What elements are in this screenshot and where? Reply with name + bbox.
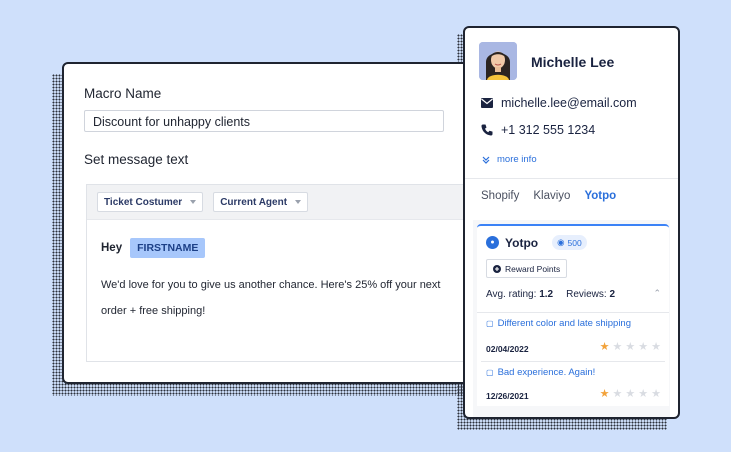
star-icon-empty: ★ — [651, 341, 661, 353]
rating-summary: Avg. rating: 1.2 Reviews: 2 — [486, 289, 666, 300]
review-title[interactable]: ▢ Different color and late shipping — [486, 318, 631, 329]
editor-body[interactable]: Hey FIRSTNAME We'd love for you to give … — [87, 220, 482, 342]
tab-yotpo[interactable]: Yotpo — [584, 190, 616, 202]
yotpo-title: Yotpo — [505, 235, 539, 250]
document-icon: ▢ — [486, 368, 494, 377]
star-icon-empty: ★ — [638, 388, 649, 400]
review-title[interactable]: ▢ Bad experience. Again! — [486, 367, 595, 378]
review-title-text: Bad experience. Again! — [497, 367, 596, 378]
phone-row: +1 312 555 1234 — [481, 123, 595, 137]
message-editor[interactable]: Ticket Costumer Current Agent Hey FIRSTN… — [86, 184, 482, 362]
star-icon-empty: ★ — [651, 388, 661, 400]
tab-klaviyo[interactable]: Klaviyo — [533, 190, 570, 202]
ticket-customer-label: Ticket Costumer — [104, 196, 183, 208]
star-icon-empty: ★ — [612, 341, 623, 353]
divider — [481, 361, 665, 362]
macro-editor-card: Macro Name Discount for unhappy clients … — [62, 62, 482, 384]
message-text: We'd love for you to give us another cha… — [101, 279, 441, 317]
email-row: michelle.lee@email.com — [481, 96, 637, 110]
phone-icon — [481, 124, 493, 136]
yotpo-card: ● Yotpo ◉ 500 Reward Points Avg. rating:… — [477, 224, 669, 406]
more-info-label: more info — [497, 154, 537, 165]
star-icon-filled: ★ — [599, 341, 610, 353]
star-icon-empty: ★ — [638, 341, 649, 353]
editor-toolbar: Ticket Costumer Current Agent — [87, 185, 482, 220]
integration-tabs: Shopify Klaviyo Yotpo — [481, 190, 616, 202]
yotpo-header: ● Yotpo ◉ 500 — [486, 235, 587, 250]
macro-name-label: Macro Name — [84, 86, 162, 101]
current-agent-label: Current Agent — [220, 196, 288, 208]
divider — [477, 312, 669, 313]
reward-points-button[interactable]: Reward Points — [486, 259, 568, 278]
avg-rating: Avg. rating: 1.2 — [486, 289, 554, 300]
points-badge: ◉ 500 — [552, 235, 587, 250]
review-date: 02/04/2022 — [486, 344, 529, 354]
review-title-text: Different color and late shipping — [497, 318, 631, 329]
greeting-row: Hey FIRSTNAME — [101, 238, 468, 258]
chevron-down-icon — [190, 200, 197, 204]
customer-email[interactable]: michelle.lee@email.com — [501, 96, 637, 110]
yotpo-logo-icon: ● — [486, 236, 499, 249]
review-date: 12/26/2021 — [486, 391, 529, 401]
current-agent-dropdown[interactable]: Current Agent — [213, 192, 309, 212]
star-rating: ★ ★ ★ ★ ★ — [600, 389, 661, 400]
avatar — [479, 42, 517, 80]
star-icon-empty: ★ — [625, 341, 636, 353]
tab-shopify[interactable]: Shopify — [481, 190, 519, 202]
double-chevron-down-icon — [482, 156, 490, 164]
coin-icon: ◉ — [557, 237, 565, 247]
star-icon-empty: ★ — [612, 388, 623, 400]
plus-circle-icon — [493, 264, 501, 273]
customer-phone[interactable]: +1 312 555 1234 — [501, 123, 595, 137]
yotpo-panel: ● Yotpo ◉ 500 Reward Points Avg. rating:… — [473, 220, 670, 417]
chevron-down-icon — [295, 200, 302, 204]
customer-name: Michelle Lee — [531, 54, 615, 70]
message-text-label: Set message text — [84, 152, 189, 167]
more-info-link[interactable]: more info — [482, 154, 537, 165]
star-icon-empty: ★ — [625, 388, 636, 400]
customer-profile-card: Michelle Lee michelle.lee@email.com +1 3… — [463, 26, 680, 419]
points-value: 500 — [567, 237, 582, 248]
greeting-text: Hey — [101, 242, 123, 254]
reward-points-label: Reward Points — [505, 263, 561, 274]
mail-icon — [481, 98, 493, 108]
ticket-customer-dropdown[interactable]: Ticket Costumer — [97, 192, 204, 212]
divider — [465, 178, 678, 179]
macro-name-input[interactable]: Discount for unhappy clients — [84, 110, 444, 132]
star-rating: ★ ★ ★ ★ ★ — [600, 342, 661, 353]
collapse-chevron-up-icon[interactable]: ⌃ — [653, 288, 661, 299]
star-icon-filled: ★ — [599, 388, 610, 400]
review-count: Reviews: 2 — [566, 289, 616, 300]
document-icon: ▢ — [486, 319, 494, 328]
firstname-tag[interactable]: FIRSTNAME — [130, 238, 206, 258]
